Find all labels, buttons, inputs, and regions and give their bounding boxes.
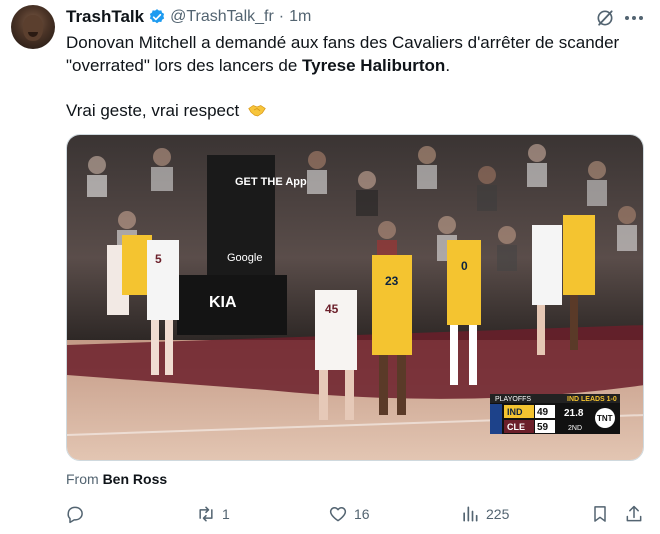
share-icon — [626, 505, 642, 522]
separator-dot: · — [278, 8, 285, 25]
tweet-text-bold-name: Tyrese Haliburton — [302, 56, 446, 75]
scorebug-header: PLAYOFFS — [495, 396, 531, 403]
scorebug-clock: 21.8 — [564, 408, 584, 419]
court-ad-google: Google — [227, 252, 262, 264]
tweet-media[interactable]: GET THE App Google KIA 5 45 23 0 PLAYOFF… — [66, 134, 644, 461]
jersey-number-5: 5 — [155, 252, 162, 266]
scorebug-team1: IND — [507, 407, 523, 417]
court-ad-kia: KIA — [209, 294, 237, 311]
tweet-text-line2: Vrai geste, vrai respect — [66, 99, 266, 122]
tweet-line2-text: Vrai geste, vrai respect — [66, 101, 240, 120]
share-button[interactable] — [624, 504, 644, 524]
media-image: GET THE App Google KIA 5 45 23 0 PLAYOFF… — [67, 135, 643, 460]
jersey-number-45: 45 — [325, 302, 339, 316]
views-button[interactable]: 225 — [460, 504, 509, 524]
tweet-timestamp[interactable]: 1m — [289, 8, 311, 26]
retweet-icon — [199, 506, 213, 522]
tweet-text-part-b: . — [445, 56, 451, 75]
tweet-header: TrashTalk @TrashTalk_fr · 1m — [66, 7, 311, 27]
scorebug-period: 2ND — [568, 425, 582, 432]
scorebug-network: TNT — [597, 414, 613, 423]
jersey-number-23: 23 — [385, 274, 399, 288]
scorebug-score2: 59 — [537, 422, 549, 433]
scorebug-score1: 49 — [537, 407, 549, 418]
media-source: From Ben Ross — [66, 471, 167, 487]
verified-badge-icon — [150, 9, 165, 24]
retweet-count: 1 — [222, 506, 230, 522]
views-chart-icon — [463, 506, 478, 522]
author-display-name[interactable]: TrashTalk — [66, 7, 144, 27]
avatar-face — [23, 15, 43, 41]
tweet-text: Donovan Mitchell a demandé aux fans des … — [66, 31, 646, 77]
like-button[interactable]: 16 — [328, 504, 370, 524]
scorebug: PLAYOFFS IND LEADS 1-0 IND 49 CLE 59 21.… — [490, 394, 620, 434]
like-count: 16 — [354, 506, 370, 522]
reply-button[interactable] — [65, 504, 91, 524]
scorebug-team2: CLE — [507, 422, 525, 432]
author-avatar[interactable] — [11, 5, 55, 49]
bookmark-icon — [594, 506, 606, 522]
reply-icon — [67, 506, 83, 524]
views-count: 225 — [486, 506, 510, 522]
jersey-number-0: 0 — [461, 259, 468, 273]
source-prefix: From — [66, 471, 99, 487]
handshake-emoji-icon — [248, 105, 266, 117]
retweet-button[interactable]: 1 — [196, 504, 230, 524]
bookmark-button[interactable] — [590, 504, 610, 524]
author-handle[interactable]: @TrashTalk_fr — [170, 8, 274, 26]
tweet-actions: 1 16 225 — [0, 500, 660, 530]
more-options-icon[interactable] — [622, 8, 646, 28]
banner-text: GET THE App — [235, 176, 307, 188]
source-name[interactable]: Ben Ross — [103, 471, 168, 487]
scorebug-series: IND LEADS 1-0 — [567, 396, 617, 403]
heart-icon — [329, 507, 347, 522]
grok-icon[interactable] — [595, 8, 615, 28]
